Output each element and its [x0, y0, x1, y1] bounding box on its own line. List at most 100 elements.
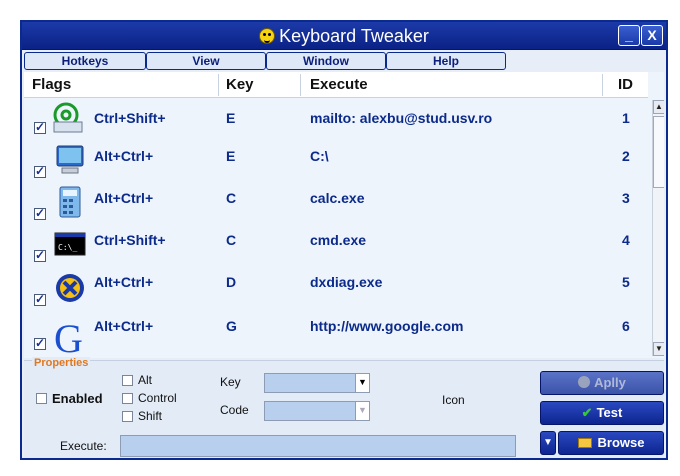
smiley-icon — [259, 28, 276, 44]
row-enabled-checkbox[interactable] — [34, 206, 46, 220]
hotkey-list[interactable]: Flags Key Execute ID Ctrl+Shift+ E mailt… — [24, 72, 664, 358]
email-icon — [53, 102, 83, 133]
row-key: D — [226, 274, 237, 290]
minimize-icon: _ — [625, 27, 633, 43]
row-modifiers: Alt+Ctrl+ — [94, 148, 154, 164]
test-label: Test — [596, 405, 623, 420]
row-key: G — [226, 318, 237, 334]
menu-hotkeys[interactable]: Hotkeys — [24, 52, 146, 70]
code-select[interactable]: ▼ — [264, 401, 370, 421]
row-enabled-checkbox[interactable] — [34, 336, 46, 350]
row-id: 2 — [622, 148, 630, 164]
folder-icon — [577, 438, 592, 448]
enabled-checkbox[interactable] — [36, 393, 47, 404]
row-enabled-checkbox[interactable] — [34, 292, 46, 306]
icon-label: Icon — [442, 393, 465, 407]
column-separator[interactable] — [218, 74, 219, 96]
browse-label: Browse — [597, 435, 645, 450]
shift-label: Shift — [138, 409, 163, 423]
dxdiag-icon — [56, 274, 84, 302]
row-modifiers: Ctrl+Shift+ — [94, 110, 166, 126]
column-header-id[interactable]: ID — [618, 76, 633, 93]
row-execute: mailto: alexbu@stud.usv.ro — [310, 110, 493, 126]
menu-window[interactable]: Window — [266, 52, 386, 70]
row-key: E — [226, 148, 236, 164]
calculator-icon — [59, 186, 81, 218]
shift-checkbox[interactable] — [122, 411, 133, 422]
enabled-label: Enabled — [52, 391, 103, 406]
code-label: Code — [220, 403, 249, 417]
row-modifiers: Alt+Ctrl+ — [94, 318, 154, 334]
column-separator[interactable] — [602, 74, 603, 96]
check-icon — [578, 376, 591, 388]
close-icon: X — [647, 27, 657, 43]
scroll-thumb[interactable] — [653, 116, 664, 188]
row-modifiers: Ctrl+Shift+ — [94, 232, 166, 248]
table-row[interactable]: C:\_ Ctrl+Shift+ C cmd.exe 4 — [24, 226, 648, 268]
chevron-down-icon: ▼ — [355, 374, 369, 392]
row-enabled-checkbox[interactable] — [34, 120, 46, 134]
test-button[interactable]: ✔ Test — [540, 401, 664, 425]
column-header-execute[interactable]: Execute — [310, 76, 368, 93]
alt-checkbox[interactable] — [122, 375, 133, 386]
apply-button[interactable]: Aplly — [540, 371, 664, 395]
row-key: C — [226, 232, 237, 248]
svg-text:C:\_: C:\_ — [58, 243, 77, 252]
checkmark-icon: ✔ — [581, 405, 593, 420]
properties-panel: Properties Enabled Alt Control Shift Key… — [24, 357, 664, 458]
menu-help[interactable]: Help — [386, 52, 506, 70]
list-scrollbar[interactable]: ▲ ▼ — [652, 100, 664, 356]
row-execute: calc.exe — [310, 190, 365, 206]
main-window: Keyboard Tweaker _ X Hotkeys View Window… — [20, 20, 668, 460]
row-key: E — [226, 110, 236, 126]
control-label: Control — [138, 391, 177, 405]
minimize-button[interactable]: _ — [618, 25, 640, 46]
row-execute: dxdiag.exe — [310, 274, 383, 290]
row-execute: http://www.google.com — [310, 318, 464, 334]
menu-view[interactable]: View — [146, 52, 266, 70]
execute-input[interactable] — [120, 435, 516, 457]
double-chevron-down-icon: ▼ — [543, 437, 553, 448]
row-enabled-checkbox[interactable] — [34, 164, 46, 178]
console-icon: C:\_ — [54, 232, 86, 256]
table-row[interactable]: G Alt+Ctrl+ G http://www.google.com 6 — [24, 310, 648, 356]
row-enabled-checkbox[interactable] — [34, 248, 46, 262]
svg-text:G: G — [54, 316, 83, 356]
key-label: Key — [220, 375, 241, 389]
chevron-down-icon: ▼ — [355, 402, 369, 420]
alt-label: Alt — [138, 373, 153, 387]
row-modifiers: Alt+Ctrl+ — [94, 190, 154, 206]
row-execute: C:\ — [310, 148, 329, 164]
expand-button[interactable]: ▼ — [540, 431, 556, 455]
google-icon: G — [54, 316, 83, 356]
computer-icon — [56, 145, 84, 174]
menu-bar: Hotkeys View Window Help — [24, 52, 664, 70]
browse-button[interactable]: Browse — [558, 431, 664, 455]
row-id: 4 — [622, 232, 630, 248]
key-select[interactable]: ▼ — [264, 373, 370, 393]
column-separator[interactable] — [300, 74, 301, 96]
row-id: 5 — [622, 274, 630, 290]
table-row[interactable]: Alt+Ctrl+ C calc.exe 3 — [24, 184, 648, 226]
row-id: 1 — [622, 110, 630, 126]
column-header-key[interactable]: Key — [226, 76, 254, 93]
row-execute: cmd.exe — [310, 232, 367, 248]
row-id: 6 — [622, 318, 630, 334]
title-bar[interactable]: Keyboard Tweaker _ X — [22, 22, 666, 50]
row-key: C — [226, 190, 237, 206]
row-modifiers: Alt+Ctrl+ — [94, 274, 154, 290]
window-title: Keyboard Tweaker — [22, 26, 666, 47]
row-id: 3 — [622, 190, 630, 206]
close-button[interactable]: X — [641, 25, 663, 46]
properties-title: Properties — [32, 357, 91, 369]
execute-label: Execute: — [60, 439, 107, 453]
window-title-text: Keyboard Tweaker — [279, 26, 429, 46]
list-header: Flags Key Execute ID — [24, 72, 648, 98]
table-row[interactable]: Ctrl+Shift+ E mailto: alexbu@stud.usv.ro… — [24, 100, 648, 142]
table-row[interactable]: Alt+Ctrl+ D dxdiag.exe 5 — [24, 268, 648, 310]
column-header-flags[interactable]: Flags — [32, 76, 71, 93]
table-row[interactable]: Alt+Ctrl+ E C:\ 2 — [24, 142, 648, 184]
scroll-up-button[interactable]: ▲ — [653, 100, 664, 114]
control-checkbox[interactable] — [122, 393, 133, 404]
scroll-down-button[interactable]: ▼ — [653, 342, 664, 356]
